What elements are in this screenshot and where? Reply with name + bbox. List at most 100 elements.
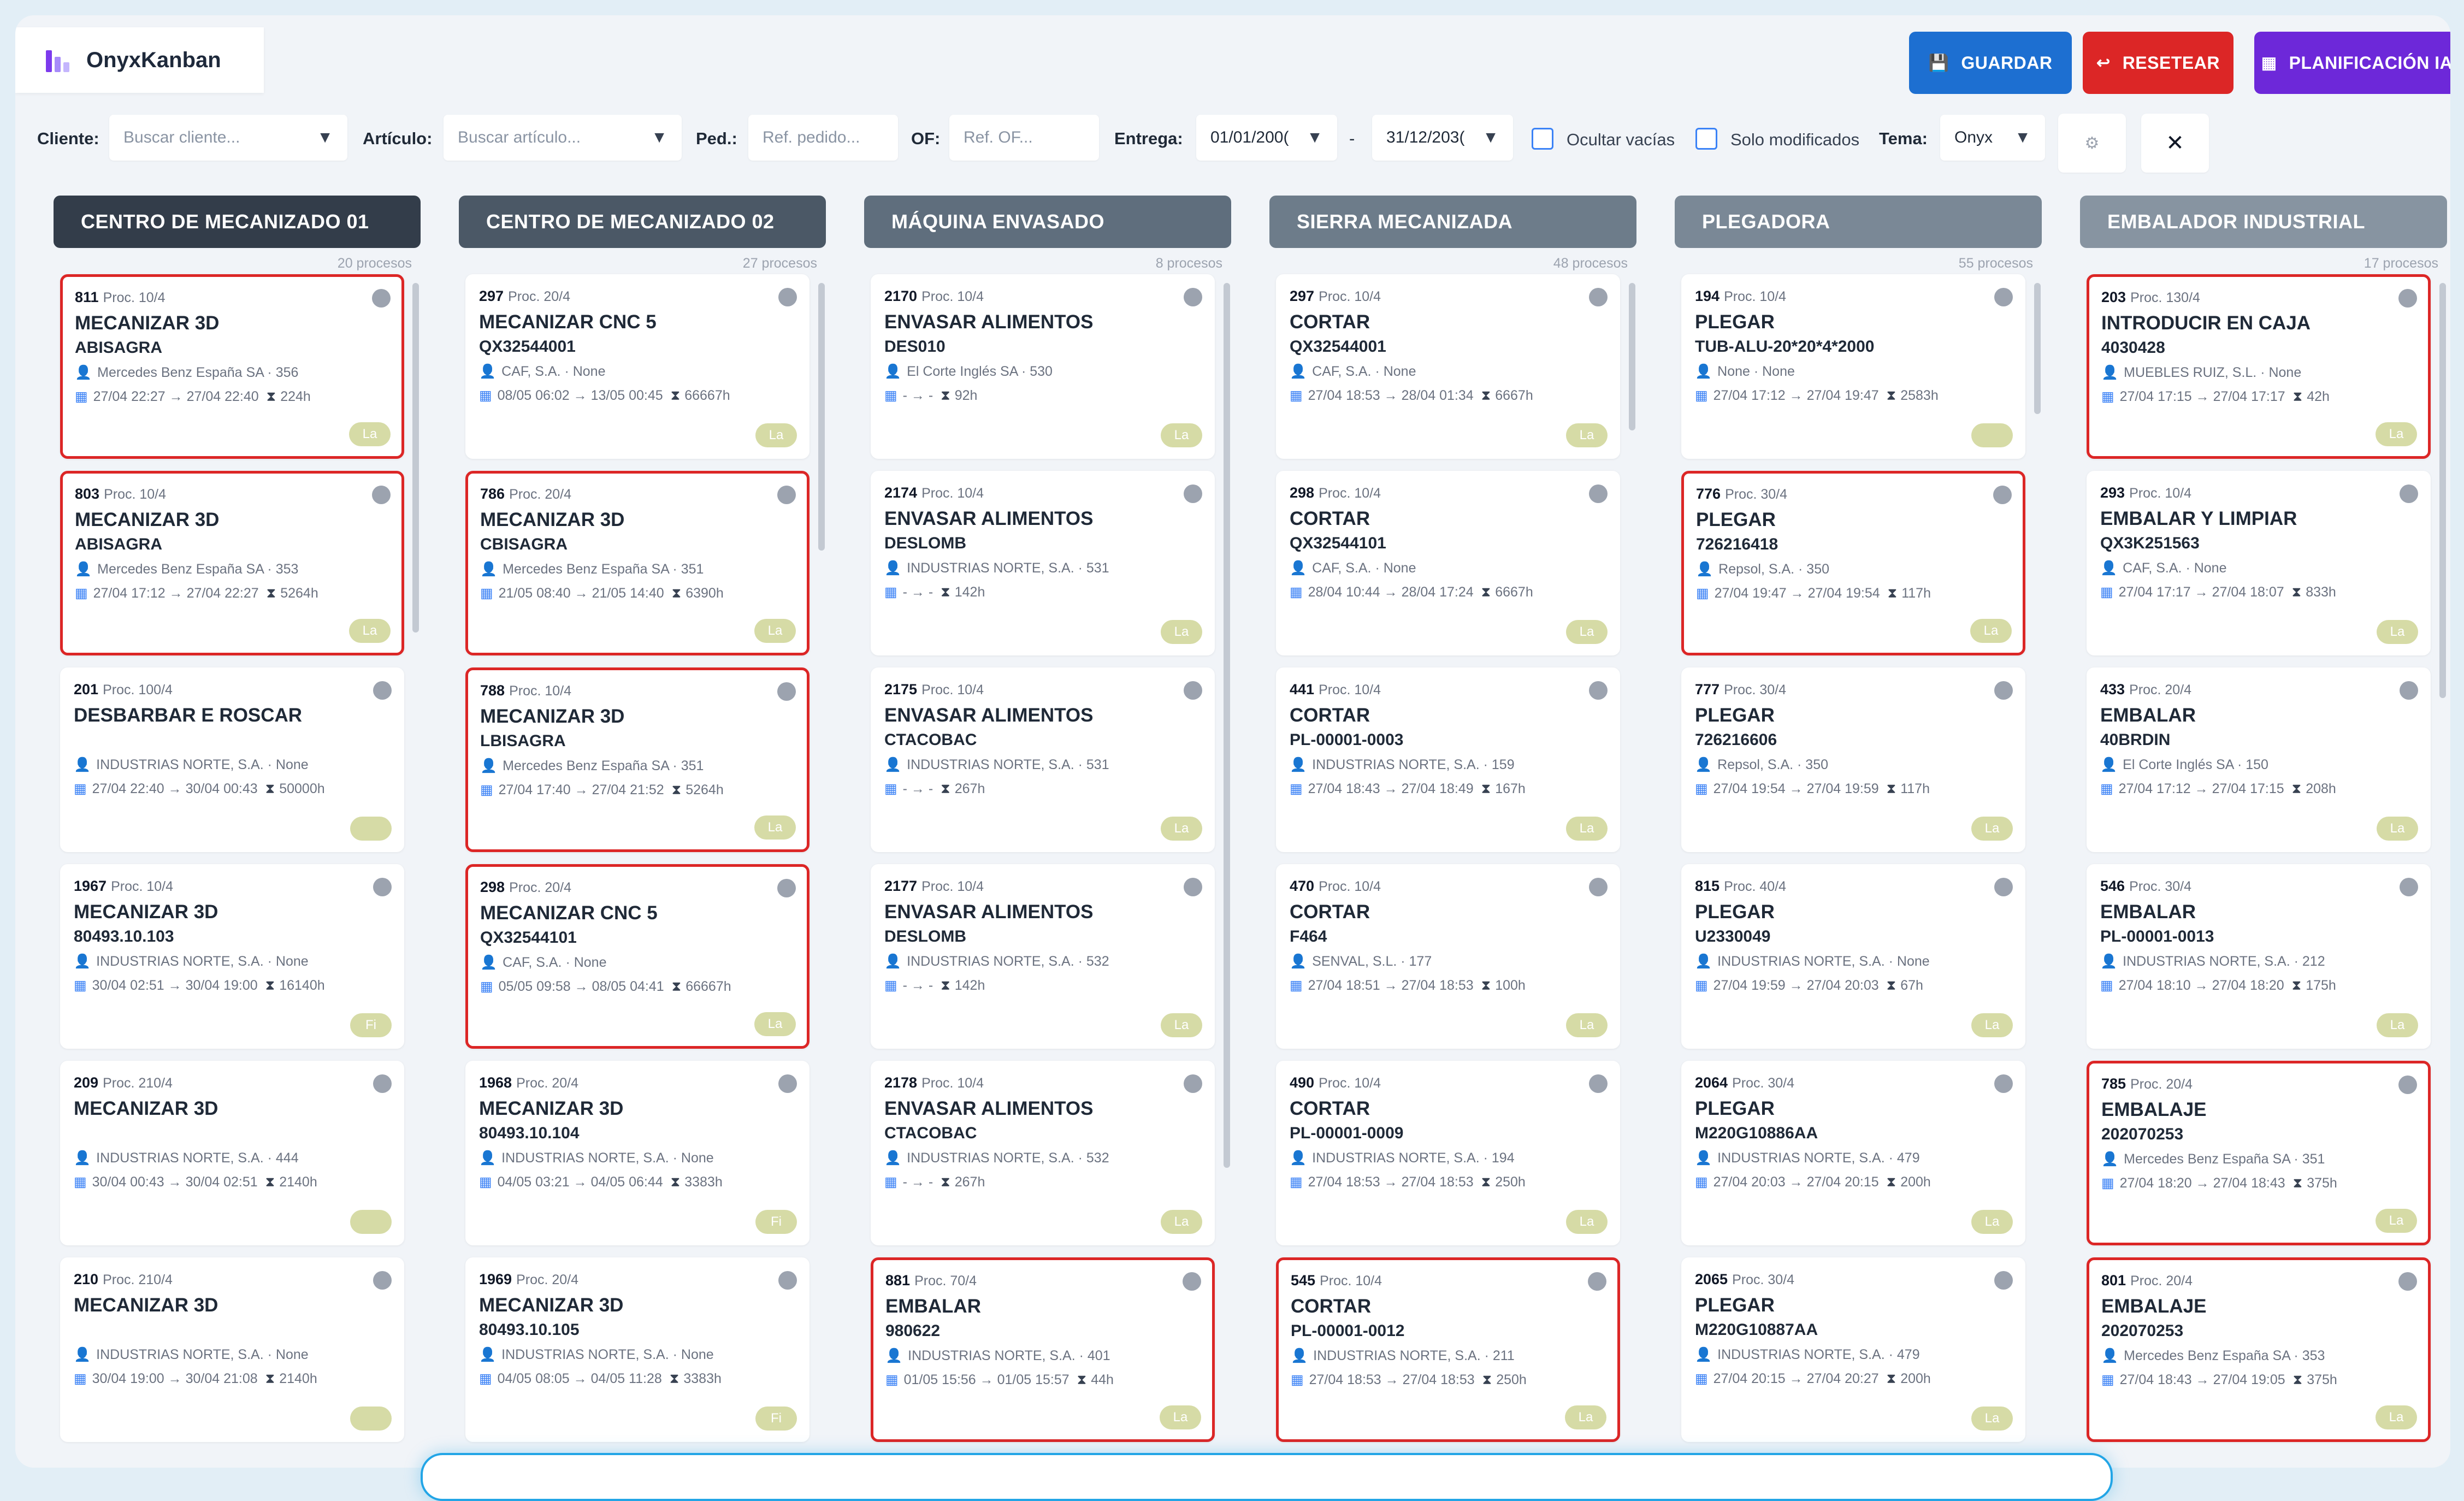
status-dot[interactable] [373,681,392,700]
status-dot[interactable] [1994,878,2013,896]
status-dot[interactable] [373,1271,392,1290]
client-select[interactable]: Buscar cliente... ▼ [109,115,347,161]
card-tag[interactable]: La [1971,1407,2013,1431]
reset-button[interactable]: ↩ RESETEAR [2083,32,2233,94]
card-tag[interactable] [350,817,392,841]
clear-filters-button[interactable]: ✕ [2141,114,2209,173]
column-header[interactable]: EMBALADOR INDUSTRIAL [2080,196,2447,248]
status-dot[interactable] [373,878,392,896]
status-dot[interactable] [1589,1074,1608,1093]
card-tag[interactable]: La [2376,1209,2417,1233]
status-dot[interactable] [372,486,391,504]
card-tag[interactable]: La [1161,1210,1202,1234]
status-dot[interactable] [2400,681,2418,700]
status-dot[interactable] [1589,484,1608,503]
process-card[interactable]: 490 Proc. 10/4 CORTAR PL-00001-0009 👤 INDUSTR… [1276,1061,1620,1245]
status-dot[interactable] [1184,1074,1202,1093]
card-tag[interactable] [1971,423,2013,447]
card-tag[interactable] [350,1210,392,1234]
status-dot[interactable] [1994,1074,2013,1093]
process-card[interactable]: 2177 Proc. 10/4 ENVASAR ALIMENTOS DESLOMB 👤 I… [871,864,1215,1049]
process-card[interactable]: 203 Proc. 130/4 INTRODUCIR EN CAJA 4030428 👤… [2087,274,2431,459]
status-dot[interactable] [1184,484,1202,503]
status-dot[interactable] [2400,878,2418,896]
column-header[interactable]: CENTRO DE MECANIZADO 02 [459,196,826,248]
ai-planning-button[interactable]: ▦ PLANIFICACIÓN IA [2254,32,2450,94]
status-dot[interactable] [1994,288,2013,306]
theme-select[interactable]: Onyx ▼ [1940,115,2045,161]
status-dot[interactable] [778,1271,797,1290]
status-dot[interactable] [1994,1271,2013,1290]
process-card[interactable]: 470 Proc. 10/4 CORTAR F464 👤 SENVAL, S.L. · 1… [1276,864,1620,1049]
column-scrollbar[interactable] [412,283,419,633]
status-dot[interactable] [1184,288,1202,306]
only-modified-checkbox[interactable] [1695,128,1717,150]
card-tag[interactable]: La [755,423,797,447]
card-tag[interactable]: La [1566,1013,1608,1037]
column-header[interactable]: CENTRO DE MECANIZADO 01 [54,196,421,248]
status-dot[interactable] [2398,1272,2417,1291]
card-tag[interactable]: Fi [755,1407,797,1431]
settings-button[interactable]: ⚙ [2058,114,2126,173]
column-header[interactable]: MÁQUINA ENVASADO [864,196,1231,248]
article-select[interactable]: Buscar artículo... ▼ [444,115,682,161]
process-card[interactable]: 433 Proc. 20/4 EMBALAR 40BRDIN 👤 El Corte Ing… [2087,667,2431,852]
card-tag[interactable]: La [349,422,391,446]
status-dot[interactable] [1588,1272,1606,1291]
process-card[interactable]: 297 Proc. 10/4 CORTAR QX32544001 👤 CAF, S.A. … [1276,274,1620,459]
status-dot[interactable] [1589,878,1608,896]
process-card[interactable]: 2064 Proc. 30/4 PLEGAR M220G10886AA 👤 INDUSTR… [1681,1061,2025,1245]
process-card[interactable]: 785 Proc. 20/4 EMBALAJE 202070253 👤 Mercedes … [2087,1061,2431,1245]
status-dot[interactable] [2398,1075,2417,1094]
process-card[interactable]: 786 Proc. 20/4 MECANIZAR 3D CBISAGRA 👤 Merced… [465,471,809,655]
column-header[interactable]: PLEGADORA [1675,196,2042,248]
card-tag[interactable]: La [349,619,391,643]
card-tag[interactable]: La [1160,1405,1201,1429]
card-tag[interactable]: La [2376,422,2417,446]
status-dot[interactable] [777,486,796,504]
process-card[interactable]: 2175 Proc. 10/4 ENVASAR ALIMENTOS CTACOBAC 👤… [871,667,1215,852]
status-dot[interactable] [2398,289,2417,308]
status-dot[interactable] [1184,878,1202,896]
process-card[interactable]: 811 Proc. 10/4 MECANIZAR 3D ABISAGRA 👤 Merced… [60,274,404,459]
column-header[interactable]: SIERRA MECANIZADA [1269,196,1636,248]
status-dot[interactable] [1589,681,1608,700]
column-scrollbar[interactable] [1629,283,1635,430]
status-dot[interactable] [1589,288,1608,306]
process-card[interactable]: 441 Proc. 10/4 CORTAR PL-00001-0003 👤 INDUSTR… [1276,667,1620,852]
card-tag[interactable]: La [1971,817,2013,841]
card-tag[interactable]: La [2377,817,2418,841]
delivery-from-date[interactable]: 01/01/200( ▼ [1196,115,1337,161]
process-card[interactable]: 776 Proc. 30/4 PLEGAR 726216418 👤 Repsol, S.A… [1681,471,2025,655]
card-tag[interactable]: La [1566,423,1608,447]
process-card[interactable]: 298 Proc. 10/4 CORTAR QX32544101 👤 CAF, S.A. … [1276,471,1620,655]
status-dot[interactable] [1993,486,2012,504]
process-card[interactable]: 545 Proc. 10/4 CORTAR PL-00001-0012 👤 INDUSTR… [1276,1257,1620,1442]
of-input[interactable]: Ref. OF... [949,115,1099,161]
process-card[interactable]: 2170 Proc. 10/4 ENVASAR ALIMENTOS DES010 👤 El… [871,274,1215,459]
process-card[interactable]: 803 Proc. 10/4 MECANIZAR 3D ABISAGRA 👤 Merced… [60,471,404,655]
process-card[interactable]: 546 Proc. 30/4 EMBALAR PL-00001-0013 👤 INDUST… [2087,864,2431,1049]
card-tag[interactable]: Fi [755,1210,797,1234]
column-scrollbar[interactable] [818,283,825,551]
delivery-to-date[interactable]: 31/12/203( ▼ [1372,115,1513,161]
process-card[interactable]: 297 Proc. 20/4 MECANIZAR CNC 5 QX32544001 👤 C… [465,274,809,459]
process-card[interactable]: 815 Proc. 40/4 PLEGAR U2330049 👤 INDUSTRIAS N… [1681,864,2025,1049]
card-tag[interactable]: La [1971,1210,2013,1234]
card-tag[interactable]: La [1161,817,1202,841]
card-tag[interactable]: La [2377,620,2418,644]
card-tag[interactable] [350,1407,392,1431]
card-tag[interactable]: La [1161,423,1202,447]
save-button[interactable]: 💾 GUARDAR [1909,32,2072,94]
card-tag[interactable]: La [2377,1013,2418,1037]
process-card[interactable]: 801 Proc. 20/4 EMBALAJE 202070253 👤 Mercedes … [2087,1257,2431,1442]
process-card[interactable]: 210 Proc. 210/4 MECANIZAR 3D 👤 INDUSTRIAS NO… [60,1257,404,1442]
process-card[interactable]: 194 Proc. 10/4 PLEGAR TUB-ALU-20*20*4*2000 👤… [1681,274,2025,459]
card-tag[interactable]: La [1970,619,2012,643]
process-card[interactable]: 209 Proc. 210/4 MECANIZAR 3D 👤 INDUSTRIAS NO… [60,1061,404,1245]
status-dot[interactable] [1184,681,1202,700]
process-card[interactable]: 1969 Proc. 20/4 MECANIZAR 3D 80493.10.105 👤 I… [465,1257,809,1442]
column-scrollbar[interactable] [2034,283,2041,414]
card-tag[interactable]: La [1565,1405,1606,1429]
order-input[interactable]: Ref. pedido... [748,115,898,161]
